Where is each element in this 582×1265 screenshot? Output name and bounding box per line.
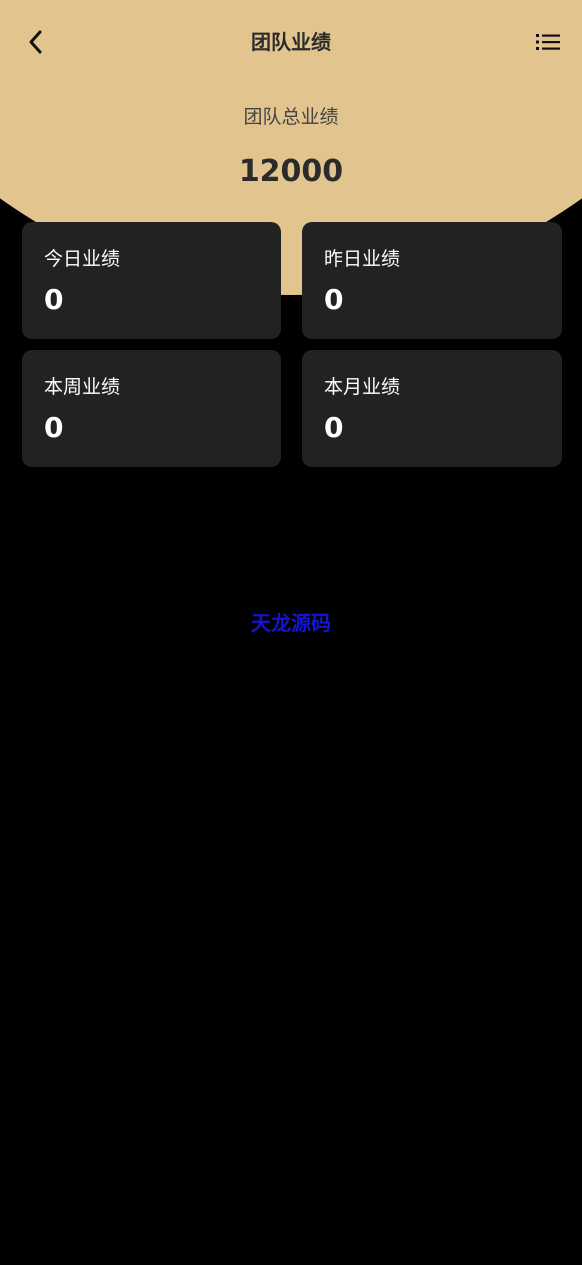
stat-card-this-week: 本周业绩 0 xyxy=(22,350,281,467)
menu-button[interactable] xyxy=(530,26,566,58)
watermark-text: 天龙源码 xyxy=(251,611,331,635)
stat-card-value: 0 xyxy=(324,411,344,444)
stat-card-label: 今日业绩 xyxy=(44,248,121,270)
page-title: 团队业绩 xyxy=(251,30,331,54)
total-performance-label: 团队总业绩 xyxy=(243,106,339,128)
stat-card-value: 0 xyxy=(44,283,64,316)
stat-card-value: 0 xyxy=(324,283,344,316)
page: 团队业绩 团队总业绩 12000 今日业绩 0 昨日业绩 0 本周业绩 0 本月… xyxy=(0,0,582,1265)
stat-card-yesterday: 昨日业绩 0 xyxy=(302,222,562,339)
total-performance-value: 12000 xyxy=(238,154,344,189)
stat-card-label: 本月业绩 xyxy=(324,376,401,398)
stat-card-today: 今日业绩 0 xyxy=(22,222,281,339)
stat-card-this-month: 本月业绩 0 xyxy=(302,350,562,467)
list-icon xyxy=(536,34,560,50)
stat-card-label: 昨日业绩 xyxy=(324,248,401,270)
stat-card-value: 0 xyxy=(44,411,64,444)
stat-card-label: 本周业绩 xyxy=(44,376,121,398)
header: 团队业绩 xyxy=(0,2,582,82)
